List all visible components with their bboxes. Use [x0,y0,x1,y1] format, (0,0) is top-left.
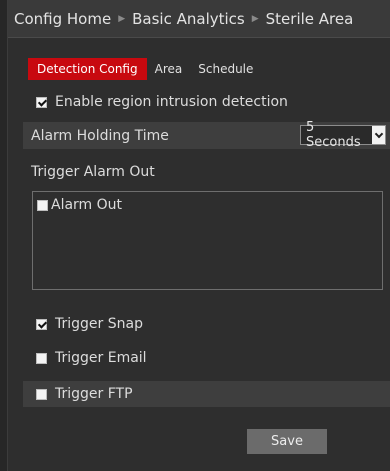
enable-detection-row: Enable region intrusion detection [23,91,390,113]
config-panel: Config Home ▶ Basic Analytics ▶ Sterile … [7,0,390,471]
trigger-email-checkbox[interactable] [36,352,47,364]
enable-detection-label: Enable region intrusion detection [55,94,288,110]
chevron-down-icon[interactable] [372,126,385,144]
trigger-snap-label: Trigger Snap [55,316,143,332]
triangle-right-icon: ▶ [251,13,259,24]
alarm-out-list[interactable]: Alarm Out [32,191,383,290]
breadcrumb-item-sterile-area: Sterile Area [265,9,354,28]
tab-detection-config[interactable]: Detection Config [28,58,147,80]
list-item: Alarm Out [37,197,382,213]
save-button[interactable]: Save [247,429,327,454]
trigger-ftp-label: Trigger FTP [55,386,133,402]
breadcrumb-item-basic-analytics[interactable]: Basic Analytics [132,10,245,28]
alarm-holding-time-value: 5 Seconds [306,120,361,150]
trigger-ftp-checkbox[interactable] [36,388,47,400]
trigger-snap-row: Trigger Snap [23,313,390,335]
trigger-alarm-out-label: Trigger Alarm Out [31,164,155,180]
breadcrumb-item-config-home[interactable]: Config Home [14,10,111,28]
trigger-email-row: Trigger Email [23,347,390,369]
triangle-right-icon: ▶ [118,13,126,24]
trigger-alarm-out-row: Trigger Alarm Out [23,160,390,184]
alarm-out-label: Alarm Out [51,197,123,213]
alarm-holding-time-row: Alarm Holding Time 5 Seconds [23,120,390,150]
alarm-holding-time-select[interactable]: 5 Seconds [300,120,386,150]
enable-detection-checkbox[interactable] [36,96,47,108]
trigger-snap-checkbox[interactable] [36,318,47,330]
alarm-out-checkbox[interactable] [37,199,48,211]
tab-area[interactable]: Area [147,58,191,80]
tab-bar: Detection Config Area Schedule [28,58,261,80]
alarm-holding-time-label: Alarm Holding Time [31,127,169,144]
tab-schedule[interactable]: Schedule [190,58,261,80]
trigger-ftp-row: Trigger FTP [23,381,390,407]
breadcrumb: Config Home ▶ Basic Analytics ▶ Sterile … [8,0,390,38]
trigger-email-label: Trigger Email [55,350,147,366]
